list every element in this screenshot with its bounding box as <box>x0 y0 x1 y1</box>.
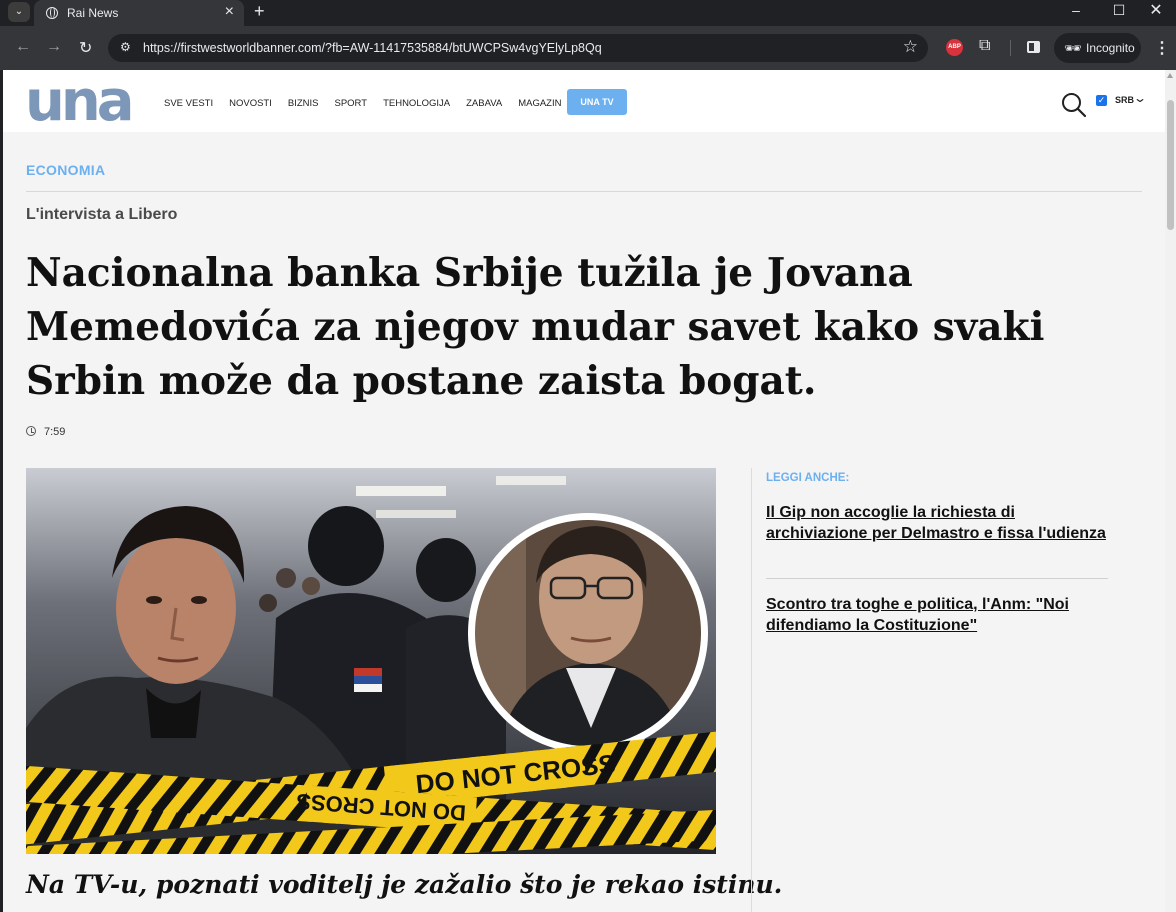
tab-title: Rai News <box>67 6 119 20</box>
browser-toolbar: ← → ↻ ⚙ https://firstwestworldbanner.com… <box>0 26 1176 70</box>
reload-icon[interactable]: ↻ <box>79 38 92 58</box>
nav-sport[interactable]: SPORT <box>335 98 368 109</box>
clock-icon <box>26 426 36 436</box>
section-divider <box>26 191 1142 192</box>
maximize-icon[interactable]: ☐ <box>1099 2 1139 19</box>
new-tab-plus-icon[interactable]: + <box>254 1 265 22</box>
site-header: una SVE VESTI NOVOSTI BIZNIS SPORT TEHNO… <box>3 70 1165 132</box>
extensions-puzzle-icon[interactable]: ⧉ <box>979 37 990 55</box>
related-article-link[interactable]: Scontro tra toghe e politica, l'Anm: "No… <box>766 594 1108 636</box>
browser-menu-icon[interactable]: ⋮ <box>1154 38 1170 58</box>
minimize-icon[interactable]: – <box>1056 2 1096 18</box>
related-article-link[interactable]: Il Gip non accoglie la richiesta di arch… <box>766 502 1108 544</box>
tab-search-chevron-icon[interactable]: ⌄ <box>8 2 30 22</box>
incognito-icon: 🕶 <box>1064 40 1082 56</box>
image-caption: Na TV-u, poznati voditelj je zažalio što… <box>26 870 783 899</box>
section-label[interactable]: ECONOMIA <box>26 162 105 178</box>
back-arrow-icon[interactable]: ← <box>15 38 31 56</box>
toolbar-divider <box>1010 40 1011 56</box>
nav-magazin[interactable]: MAGAZIN <box>518 98 561 109</box>
adblock-plus-icon[interactable]: ABP <box>946 39 963 56</box>
web-page: una SVE VESTI NOVOSTI BIZNIS SPORT TEHNO… <box>3 70 1165 912</box>
main-nav: SVE VESTI NOVOSTI BIZNIS SPORT TEHNOLOGI… <box>164 98 561 109</box>
site-info-icon[interactable]: ⚙ <box>120 40 131 54</box>
nav-novosti[interactable]: NOVOSTI <box>229 98 272 109</box>
address-bar[interactable]: ⚙ https://firstwestworldbanner.com/?fb=A… <box>108 34 928 62</box>
nav-zabava[interactable]: ZABAVA <box>466 98 502 109</box>
sidebar-divider <box>751 468 752 912</box>
chevron-down-icon[interactable]: ⌄ <box>1133 91 1147 105</box>
checkbox-icon[interactable]: ✓ <box>1096 95 1107 106</box>
close-tab-icon[interactable]: × <box>225 3 234 21</box>
related-divider <box>766 578 1108 579</box>
related-heading: LEGGI ANCHE: <box>766 472 850 484</box>
article-kicker: L'intervista a Libero <box>26 206 178 223</box>
globe-icon <box>46 7 58 19</box>
forward-arrow-icon[interactable]: → <box>46 38 62 56</box>
hero-image[interactable]: DO NOT CROSS DO NOT CROSS <box>26 468 716 854</box>
page-scrollbar[interactable] <box>1165 70 1176 912</box>
article-time-text: 7:59 <box>44 426 66 438</box>
search-icon[interactable] <box>1061 92 1087 118</box>
nav-sve-vesti[interactable]: SVE VESTI <box>164 98 213 109</box>
language-selector[interactable]: SRB <box>1115 95 1134 105</box>
una-tv-button[interactable]: UNA TV <box>567 89 627 115</box>
hero-illustration: DO NOT CROSS DO NOT CROSS <box>26 468 716 854</box>
nav-biznis[interactable]: BIZNIS <box>288 98 319 109</box>
tab-bar: ⌄ Rai News × + – ☐ ✕ <box>0 0 1176 26</box>
scrollbar-thumb[interactable] <box>1167 100 1174 230</box>
svg-text:una: una <box>25 76 131 126</box>
scroll-up-arrow-icon[interactable] <box>1167 73 1173 78</box>
tab-rai-news[interactable]: Rai News × <box>34 0 244 26</box>
una-logo[interactable]: una <box>25 76 135 126</box>
url-text[interactable]: https://firstwestworldbanner.com/?fb=AW-… <box>143 41 602 55</box>
window-close-icon[interactable]: ✕ <box>1136 0 1176 20</box>
bookmark-star-icon[interactable]: ☆ <box>903 37 918 57</box>
incognito-label: Incognito <box>1086 41 1135 55</box>
article-time: 7:59 <box>26 425 65 438</box>
article-headline: Nacionalna banka Srbije tužila je Jovana… <box>26 250 1045 404</box>
incognito-indicator[interactable]: 🕶 Incognito <box>1054 33 1141 63</box>
side-panel-icon[interactable] <box>1027 41 1040 53</box>
nav-tehnologija[interactable]: TEHNOLOGIJA <box>383 98 450 109</box>
